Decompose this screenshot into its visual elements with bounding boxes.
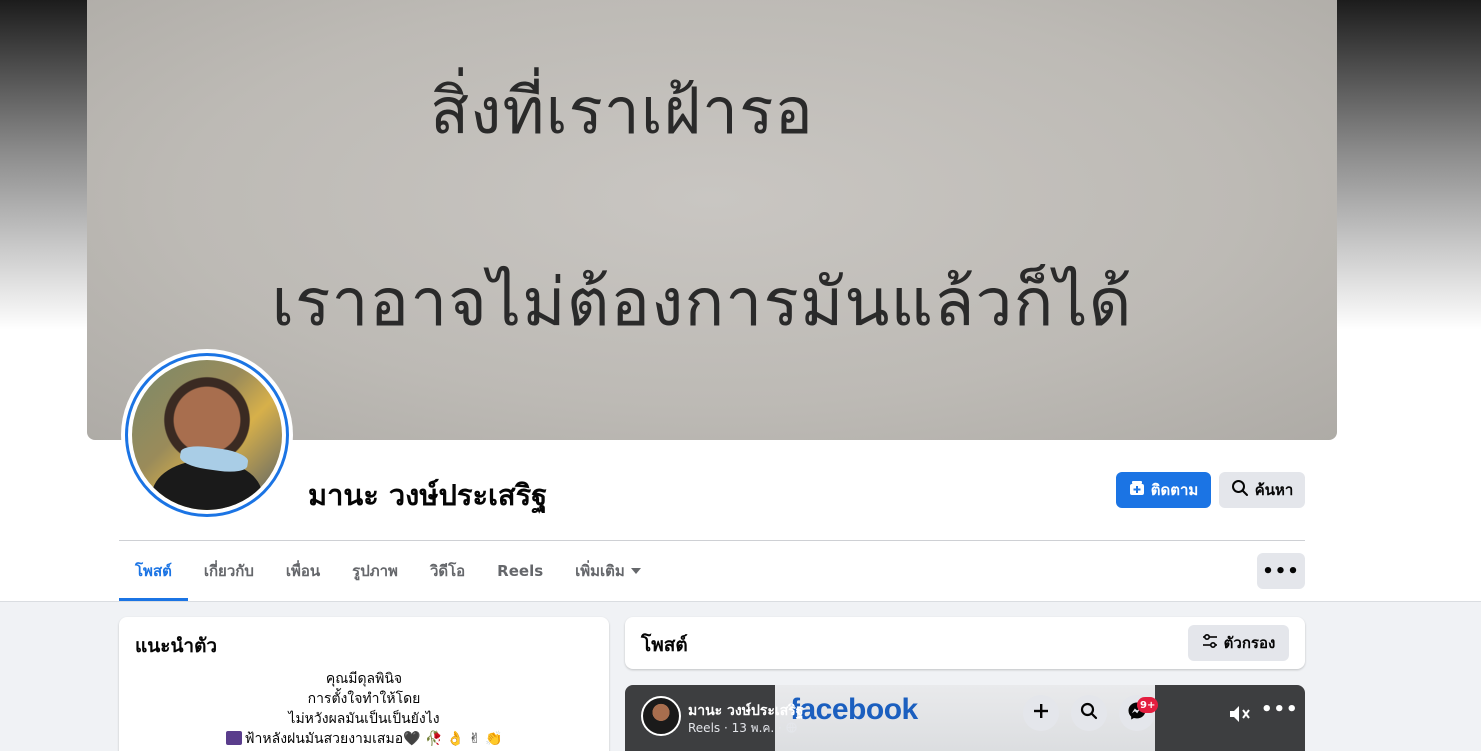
tab-label: เพิ่มเติม [575, 562, 625, 580]
intro-title: แนะนำตัว [135, 635, 218, 657]
avatar [132, 360, 282, 510]
tab-label: เพื่อน [285, 562, 321, 580]
cover-text-line-2: เราอาจไม่ต้องการมันแล้วก็ได้ [271, 264, 1133, 341]
filter-label: ตัวกรอง [1223, 634, 1276, 652]
reel-options-button[interactable]: ••• [1261, 699, 1299, 720]
intro-card: แนะนำตัว คุณมีดุลพินิจ การตั้งใจทำให้โดย… [119, 617, 609, 751]
profile-tabs: โพสต์ เกี่ยวกับ เพื่อน รูปภาพ วิดีโอ Ree… [119, 541, 657, 601]
tab-label: Reels [497, 562, 544, 580]
soon-arrow-icon [225, 731, 242, 745]
search-label: ค้นหา [1254, 481, 1294, 499]
chevron-down-icon [630, 568, 641, 574]
search-icon [1231, 479, 1249, 501]
ellipsis-icon: ••• [1262, 560, 1300, 582]
bio-line: คุณมีดุลพินิจ [325, 671, 403, 687]
add-button[interactable] [1023, 695, 1059, 731]
story-ring [125, 353, 289, 517]
posts-title: โพสต์ [641, 634, 688, 656]
tab-label: วิดีโอ [429, 562, 466, 580]
follow-icon [1129, 480, 1145, 500]
tab-friends[interactable]: เพื่อน [270, 541, 336, 601]
more-options-button[interactable]: ••• [1257, 553, 1305, 589]
posts-header-card: โพสต์ ตัวกรอง [625, 617, 1305, 669]
profile-name: มานะ วงษ์ประเสริฐ [308, 478, 548, 512]
plus-icon [1032, 702, 1050, 724]
filter-button[interactable]: ตัวกรอง [1188, 625, 1289, 661]
globe-icon [786, 721, 797, 735]
intro-bio: คุณมีดุลพินิจ การตั้งใจทำให้โดย ไม่หวังผ… [119, 669, 609, 749]
mute-button[interactable] [1228, 703, 1252, 729]
bio-line: การตั้งใจทำให้โดย [307, 691, 421, 707]
tab-posts[interactable]: โพสต์ [119, 541, 188, 601]
header-bottom-border [0, 601, 1481, 602]
search-button[interactable]: ค้นหา [1219, 472, 1305, 508]
cover-photo[interactable]: สิ่งที่เราเฝ้ารอ เราอาจไม่ต้องการมันแล้ว… [87, 0, 1337, 440]
filter-sliders-icon [1202, 633, 1218, 652]
bio-line: ฟ้าหลังฝนมันสวยงามเสมอ🖤 🥀 👌 ✌ 👏 [244, 731, 503, 747]
reel-post[interactable]: facebook มานะ วงษ์ประเสริฐ Reels · 13 พ.… [625, 685, 1305, 751]
tab-reels[interactable]: Reels [481, 541, 559, 601]
profile-picture[interactable] [121, 349, 293, 521]
follow-label: ติดตาม [1150, 481, 1199, 499]
tab-more[interactable]: เพิ่มเติม [559, 541, 657, 601]
reel-search-button[interactable] [1071, 695, 1107, 731]
reel-author-avatar[interactable] [641, 696, 681, 736]
speaker-muted-icon [1228, 706, 1252, 729]
reel-meta-text: Reels · 13 พ.ค. · [688, 721, 782, 735]
tab-label: โพสต์ [135, 562, 172, 580]
bio-line-with-icon: ฟ้าหลังฝนมันสวยงามเสมอ🖤 🥀 👌 ✌ 👏 [119, 729, 609, 749]
tab-label: รูปภาพ [352, 562, 398, 580]
ellipsis-icon: ••• [1261, 699, 1299, 720]
search-icon [1080, 702, 1098, 724]
facebook-logo: facebook [790, 693, 918, 726]
tab-about[interactable]: เกี่ยวกับ [188, 541, 270, 601]
bio-line: ไม่หวังผลมันเป็นเป็นยังไง [288, 711, 440, 727]
tab-photos[interactable]: รูปภาพ [336, 541, 414, 601]
cover-text-line-1: สิ่งที่เราเฝ้ารอ [430, 75, 814, 149]
tab-label: เกี่ยวกับ [203, 562, 254, 580]
follow-button[interactable]: ติดตาม [1116, 472, 1211, 508]
reel-meta: Reels · 13 พ.ค. · [688, 719, 797, 738]
tab-videos[interactable]: วิดีโอ [414, 541, 481, 601]
notification-badge: 9+ [1137, 697, 1159, 713]
